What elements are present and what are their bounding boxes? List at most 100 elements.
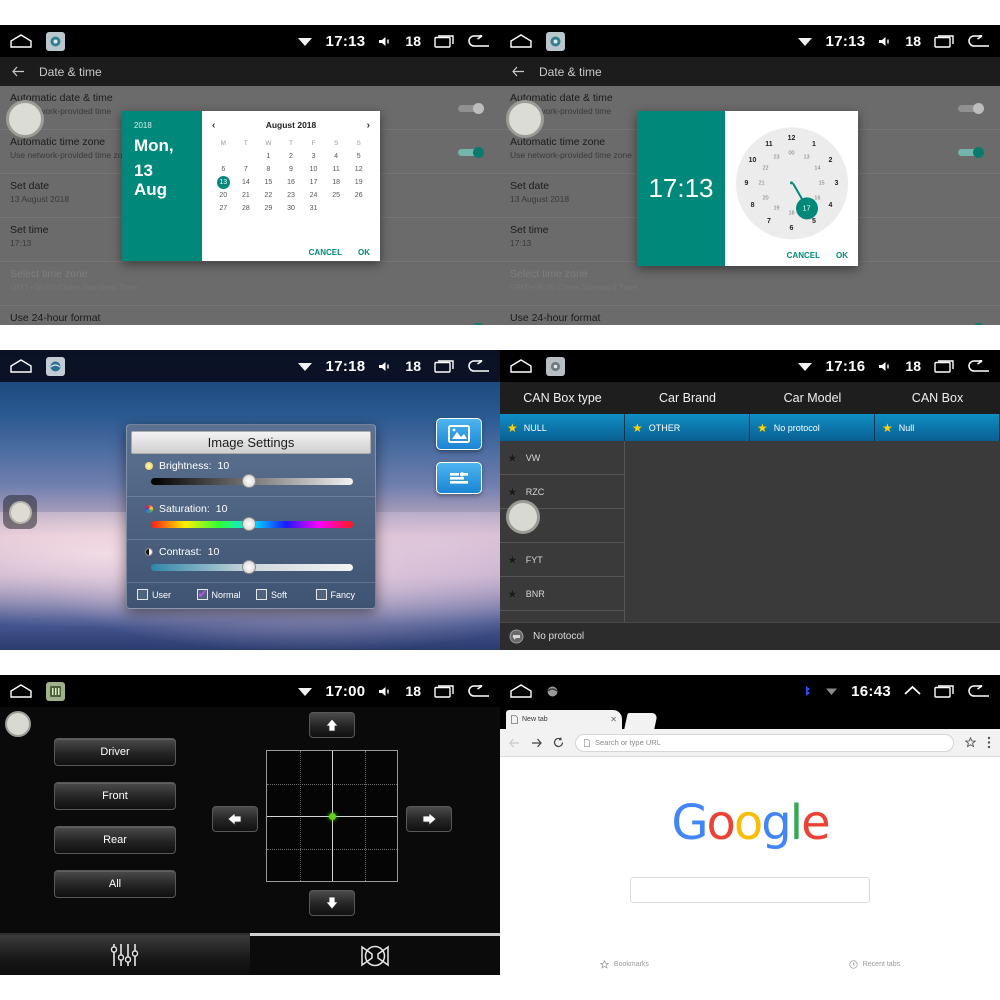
- floating-home-button[interactable]: [6, 100, 44, 138]
- calendar-day[interactable]: 1: [257, 150, 280, 163]
- mode-fancy[interactable]: Fancy: [315, 589, 366, 600]
- toggle-automatic-time-zone[interactable]: [958, 147, 984, 158]
- clock-hour-outer[interactable]: 4: [829, 202, 833, 209]
- calendar-day[interactable]: 6: [212, 163, 235, 176]
- calendar-day[interactable]: 30: [280, 202, 303, 215]
- home-icon[interactable]: [10, 359, 32, 373]
- clock-hour-inner[interactable]: 22: [762, 165, 768, 171]
- mode-normal[interactable]: Normal: [196, 587, 247, 601]
- checkbox-fancy[interactable]: [315, 589, 327, 600]
- calendar-day[interactable]: 4: [325, 150, 348, 163]
- toggle-automatic-date-time[interactable]: [958, 103, 984, 114]
- home-icon[interactable]: [10, 34, 32, 48]
- toggle-24-hour-format[interactable]: [958, 323, 984, 325]
- can-box-type-item[interactable]: ★ VW: [500, 441, 624, 475]
- back-arrow-icon[interactable]: [12, 66, 25, 77]
- checkbox-soft[interactable]: [256, 589, 267, 600]
- recents-icon[interactable]: [934, 359, 955, 373]
- calendar-day[interactable]: 11: [325, 163, 348, 176]
- calendar-day[interactable]: 20: [212, 189, 235, 202]
- tab-balance[interactable]: [250, 933, 500, 975]
- calendar-day[interactable]: 16: [280, 176, 303, 189]
- recents-icon[interactable]: [934, 34, 955, 48]
- selected-car-brand[interactable]: ★ OTHER: [625, 414, 750, 441]
- clock-hour-outer[interactable]: 3: [835, 179, 839, 186]
- close-tab-icon[interactable]: ✕: [610, 715, 617, 724]
- bookmark-star-icon[interactable]: [964, 736, 977, 748]
- clock-hour-inner[interactable]: 15: [818, 180, 824, 186]
- clock-hour-outer[interactable]: 11: [765, 140, 772, 147]
- equalizer-app-icon[interactable]: [46, 681, 65, 701]
- can-box-type-item[interactable]: ★ FYT: [500, 543, 624, 577]
- equalizer-icon-button[interactable]: [436, 462, 482, 494]
- clock-hour-inner[interactable]: 21: [758, 180, 764, 186]
- browser-tab[interactable]: New tab ✕: [506, 710, 622, 729]
- calendar-day[interactable]: 27: [212, 202, 235, 215]
- right-arrow-button[interactable]: [406, 806, 452, 832]
- reload-icon[interactable]: [553, 737, 564, 748]
- recents-icon[interactable]: [934, 684, 955, 698]
- calendar-day[interactable]: 19: [347, 176, 370, 189]
- settings-app-icon[interactable]: [546, 31, 565, 51]
- clock-selected-hour[interactable]: 17: [795, 197, 818, 220]
- next-month-icon[interactable]: ›: [367, 120, 370, 131]
- back-icon[interactable]: [468, 34, 490, 48]
- button-front[interactable]: Front: [54, 782, 176, 810]
- url-input[interactable]: Search or type URL: [575, 733, 954, 752]
- picture-icon-button[interactable]: [436, 418, 482, 450]
- clock-hour-outer[interactable]: 2: [829, 157, 833, 164]
- calendar-day[interactable]: 9: [280, 163, 303, 176]
- calendar-day[interactable]: 15: [257, 176, 280, 189]
- chevron-up-icon[interactable]: [904, 685, 921, 698]
- clock-hour-outer[interactable]: 10: [749, 157, 757, 164]
- toggle-automatic-time-zone[interactable]: [458, 147, 484, 158]
- toggle-automatic-date-time[interactable]: [458, 103, 484, 114]
- down-arrow-button[interactable]: [309, 890, 355, 916]
- button-all[interactable]: All: [54, 870, 176, 898]
- back-icon[interactable]: [468, 684, 490, 698]
- back-icon[interactable]: [968, 359, 990, 373]
- calendar-day[interactable]: 10: [302, 163, 325, 176]
- settings-app-icon[interactable]: [546, 356, 565, 376]
- home-icon[interactable]: [10, 684, 32, 698]
- clock-hour-inner[interactable]: 23: [773, 154, 779, 160]
- ok-button[interactable]: OK: [358, 248, 370, 257]
- can-box-type-item[interactable]: ★ BNR: [500, 577, 624, 611]
- calendar-day[interactable]: 8: [257, 163, 280, 176]
- browser-app-icon[interactable]: [546, 685, 559, 698]
- clock-hour-inner[interactable]: 13: [803, 154, 809, 160]
- calendar-day[interactable]: 18: [325, 176, 348, 189]
- display-app-icon[interactable]: [46, 356, 65, 376]
- floating-home-button[interactable]: [5, 711, 31, 737]
- ok-button[interactable]: OK: [836, 251, 848, 260]
- floating-home-button[interactable]: [3, 495, 37, 529]
- home-icon[interactable]: [510, 684, 532, 698]
- clock-face[interactable]: 12 1 2 3 4 5 6 7 8 9 10 11 00 13 14 15 16 18 19 20 21 22 23 17: [735, 126, 848, 239]
- calendar-day[interactable]: 29: [257, 202, 280, 215]
- home-icon[interactable]: [510, 359, 532, 373]
- calendar-day[interactable]: 5: [347, 150, 370, 163]
- calendar-day[interactable]: 13: [212, 176, 235, 189]
- button-rear[interactable]: Rear: [54, 826, 176, 854]
- settings-app-icon[interactable]: [46, 31, 65, 51]
- selected-car-model[interactable]: ★ No protocol: [750, 414, 875, 441]
- clock-hour-outer[interactable]: 6: [790, 224, 794, 231]
- calendar-grid[interactable]: M T W T F S S 1 2 3 4 5 6 7 8 9 10 11 12 13 14 15 16 17 18 19 20 21…: [212, 137, 370, 215]
- setting-row-use-24-hour-format[interactable]: Use 24-hour format 13:00: [500, 306, 1000, 325]
- brightness-slider[interactable]: [151, 474, 363, 488]
- clock-hour-outer[interactable]: 1: [812, 140, 816, 147]
- mode-soft[interactable]: Soft: [256, 589, 306, 600]
- clock-hour-outer[interactable]: 12: [788, 134, 796, 141]
- overflow-menu-icon[interactable]: [987, 736, 991, 749]
- calendar-day[interactable]: 31: [302, 202, 325, 215]
- calendar-day[interactable]: 17: [302, 176, 325, 189]
- slider-knob[interactable]: [242, 474, 257, 488]
- contrast-slider[interactable]: [151, 560, 363, 574]
- clock-hour-outer[interactable]: 7: [767, 218, 771, 225]
- back-icon[interactable]: [968, 34, 990, 48]
- left-arrow-button[interactable]: [212, 806, 258, 832]
- setting-row-use-24-hour-format[interactable]: Use 24-hour format 13:00: [0, 306, 500, 325]
- clock-hour-outer[interactable]: 9: [745, 179, 749, 186]
- slider-knob[interactable]: [242, 560, 257, 574]
- checkbox-normal[interactable]: [196, 587, 208, 601]
